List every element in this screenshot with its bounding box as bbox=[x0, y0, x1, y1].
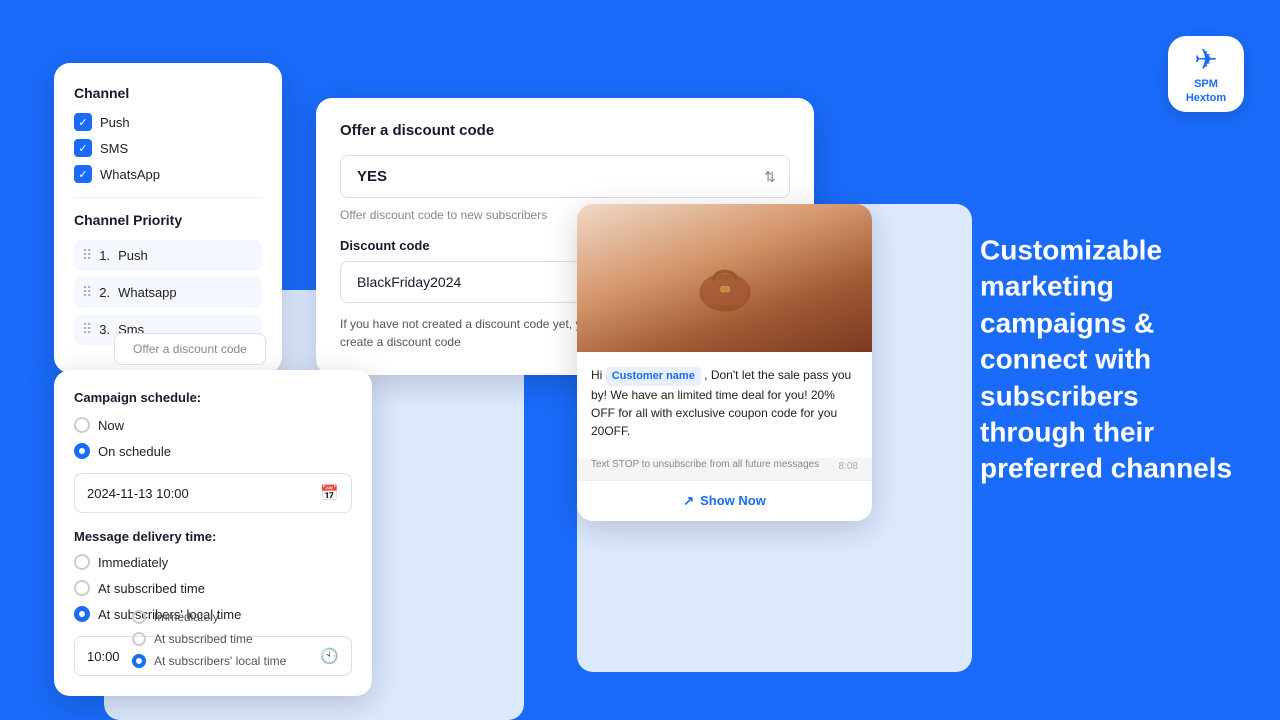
immediately-option[interactable]: Immediately bbox=[74, 554, 352, 570]
drag-icon-2: ⠿ bbox=[82, 284, 91, 301]
preview-card: Hi Customer name , Don't let the sale pa… bbox=[577, 204, 872, 521]
clock-icon: 🕙 bbox=[320, 647, 339, 665]
timestamp: 8:08 bbox=[839, 461, 858, 472]
bg-immediately-radio bbox=[132, 610, 146, 624]
on-schedule-option[interactable]: On schedule bbox=[74, 443, 352, 459]
bg-subscribed-radio bbox=[132, 632, 146, 646]
on-schedule-radio[interactable] bbox=[74, 443, 90, 459]
bg-local-time: At subscribers' local time bbox=[132, 654, 286, 668]
now-radio[interactable] bbox=[74, 417, 90, 433]
bg-subscribed-label: At subscribed time bbox=[154, 632, 253, 646]
bg-local-radio bbox=[132, 654, 146, 668]
push-checkbox[interactable]: ✓ bbox=[74, 113, 92, 131]
bg-subscribed-time: At subscribed time bbox=[132, 632, 286, 646]
whatsapp-label: WhatsApp bbox=[100, 167, 160, 182]
date-input-wrapper[interactable]: 2024-11-13 10:00 📅 bbox=[74, 473, 352, 513]
priority-1-label: Push bbox=[118, 248, 148, 263]
unsubscribe-text: Text STOP to unsubscribe from all future… bbox=[591, 458, 819, 472]
bg-discount-btn: Offer a discount code bbox=[114, 333, 266, 365]
priority-title: Channel Priority bbox=[74, 212, 262, 228]
immediately-radio[interactable] bbox=[74, 554, 90, 570]
now-label: Now bbox=[98, 418, 124, 433]
preview-footer: Text STOP to unsubscribe from all future… bbox=[577, 458, 872, 480]
drag-icon-3: ⠿ bbox=[82, 321, 91, 338]
subscribed-time-radio[interactable] bbox=[74, 580, 90, 596]
bg-immediately-label: Immediately bbox=[154, 610, 219, 624]
bg-local-label: At subscribers' local time bbox=[154, 654, 286, 668]
logo-badge: ✈ SPMHextom bbox=[1168, 36, 1244, 112]
discount-select-wrapper[interactable]: YES NO ⇅ bbox=[340, 155, 790, 198]
sms-label: SMS bbox=[100, 141, 128, 156]
priority-push[interactable]: ⠿ 1. Push bbox=[74, 240, 262, 271]
sms-checkbox[interactable]: ✓ bbox=[74, 139, 92, 157]
delivery-title: Message delivery time: bbox=[74, 529, 352, 544]
immediately-label: Immediately bbox=[98, 555, 168, 570]
discount-card-title: Offer a discount code bbox=[340, 122, 790, 139]
local-time-radio[interactable] bbox=[74, 606, 90, 622]
channel-whatsapp[interactable]: ✓ WhatsApp bbox=[74, 165, 262, 183]
preview-message: Hi Customer name , Don't let the sale pa… bbox=[591, 366, 858, 440]
push-label: Push bbox=[100, 115, 130, 130]
calendar-icon: 📅 bbox=[320, 484, 339, 502]
logo-text: SPMHextom bbox=[1186, 78, 1226, 104]
channel-title: Channel bbox=[74, 85, 262, 101]
bag-illustration bbox=[685, 238, 765, 318]
bg-schedule-group: Immediately At subscribed time At subscr… bbox=[132, 610, 286, 676]
schedule-title: Campaign schedule: bbox=[74, 390, 352, 405]
preview-image bbox=[577, 204, 872, 352]
external-link-icon: ↗ bbox=[683, 493, 694, 509]
subscribed-time-label: At subscribed time bbox=[98, 581, 205, 596]
priority-2-label: Whatsapp bbox=[118, 285, 177, 300]
channel-push[interactable]: ✓ Push bbox=[74, 113, 262, 131]
divider bbox=[74, 197, 262, 198]
date-value: 2024-11-13 10:00 bbox=[87, 486, 312, 501]
priority-list: ⠿ 1. Push ⠿ 2. Whatsapp ⠿ 3. Sms bbox=[74, 240, 262, 345]
bg-immediately: Immediately bbox=[132, 610, 286, 624]
show-now-label: Show Now bbox=[700, 493, 766, 508]
on-schedule-label: On schedule bbox=[98, 444, 171, 459]
customer-name-tag: Customer name bbox=[606, 367, 701, 386]
logo-icon: ✈ bbox=[1194, 43, 1217, 76]
priority-1-rank: 1. bbox=[99, 248, 110, 263]
channel-sms[interactable]: ✓ SMS bbox=[74, 139, 262, 157]
whatsapp-checkbox[interactable]: ✓ bbox=[74, 165, 92, 183]
priority-whatsapp[interactable]: ⠿ 2. Whatsapp bbox=[74, 277, 262, 308]
drag-icon-1: ⠿ bbox=[82, 247, 91, 264]
priority-2-rank: 2. bbox=[99, 285, 110, 300]
now-option[interactable]: Now bbox=[74, 417, 352, 433]
priority-3-rank: 3. bbox=[99, 322, 110, 337]
subscribed-time-option[interactable]: At subscribed time bbox=[74, 580, 352, 596]
preview-body: Hi Customer name , Don't let the sale pa… bbox=[577, 352, 872, 458]
schedule-radio-group: Now On schedule bbox=[74, 417, 352, 459]
discount-select[interactable]: YES NO bbox=[340, 155, 790, 198]
channel-card: Channel ✓ Push ✓ SMS ✓ WhatsApp Channel … bbox=[54, 63, 282, 373]
hero-text: Customizable marketing campaigns & conne… bbox=[980, 233, 1240, 488]
show-now-button[interactable]: ↗ Show Now bbox=[577, 480, 872, 521]
